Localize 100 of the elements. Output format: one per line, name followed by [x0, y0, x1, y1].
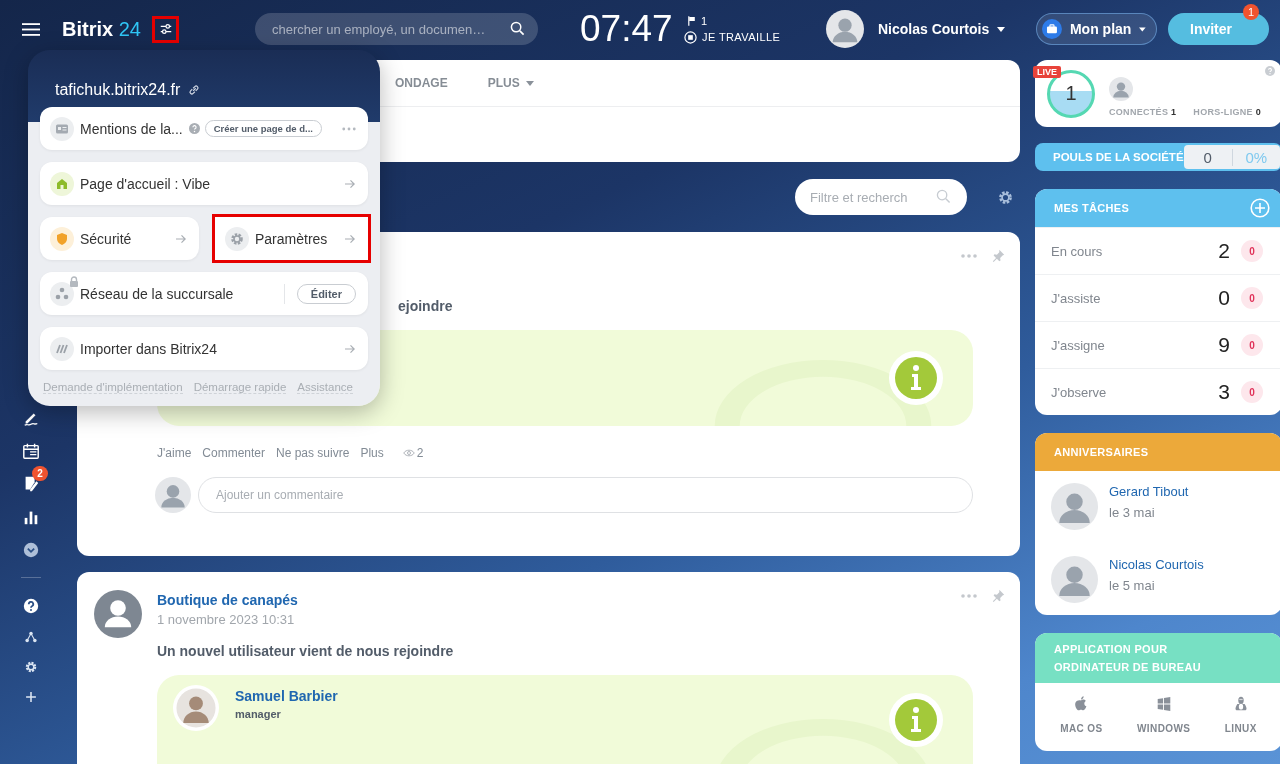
menu-item-label: Réseau de la succursale	[80, 285, 234, 302]
post-title: Un nouvel utilisateur vient de nous rejoindre	[157, 643, 455, 659]
count-badge: 2	[32, 466, 48, 481]
live-badge: LIVE	[1033, 66, 1061, 78]
user-menu[interactable]: Nicolas Courtois	[878, 21, 1036, 37]
flag-count: 1	[701, 14, 708, 27]
avatar[interactable]	[826, 10, 864, 48]
overdue-badge: 0	[1241, 240, 1263, 262]
post-action[interactable]: Ne pas suivre	[276, 446, 350, 460]
user-role: manager	[235, 708, 282, 720]
create-page-button[interactable]: Créer une page de d...	[204, 120, 322, 137]
eye-icon	[402, 449, 415, 457]
pulse-percent: 0%	[1244, 148, 1269, 166]
post-action[interactable]: J'aime	[157, 446, 192, 460]
settings-icon[interactable]	[24, 660, 38, 674]
work-status[interactable]: JE TRAVAILLE	[702, 31, 781, 43]
task-row[interactable]: En cours 2 0	[1035, 227, 1280, 274]
logo[interactable]: Bitrix 24	[62, 17, 152, 41]
author-link[interactable]: Boutique de canapés	[157, 592, 973, 608]
arrow-icon	[345, 343, 356, 354]
caret-icon	[997, 26, 1006, 32]
widget-title: MES TÂCHES	[1054, 201, 1130, 216]
briefcase-icon	[1042, 17, 1062, 41]
gear-icon	[225, 226, 249, 251]
stop-icon[interactable]	[684, 30, 697, 44]
task-label: J'observe	[1051, 384, 1108, 400]
plan-button[interactable]: Mon plan	[1036, 13, 1157, 45]
clock: 07:47	[580, 8, 674, 50]
task-label: En cours	[1051, 243, 1104, 259]
portal-address[interactable]: tafichuk.bitrix24.fr	[55, 80, 181, 99]
network-icon[interactable]	[24, 630, 38, 644]
task-row[interactable]: J'assigne 9 0	[1035, 321, 1280, 368]
notification-badge: 1	[1243, 4, 1259, 20]
post-title: ejoindre	[397, 298, 454, 314]
widget-title: ANNIVERSAIRES	[1054, 445, 1149, 460]
download-link[interactable]: MAC OS	[1060, 695, 1103, 734]
menu-item[interactable]: Paramètres	[215, 217, 368, 260]
download-link[interactable]: LINUX	[1224, 695, 1257, 734]
arrow-icon	[176, 233, 187, 244]
tab[interactable]: PLUS	[487, 76, 534, 90]
search-icon[interactable]	[510, 21, 525, 36]
birthday-date: le 3 mai	[1109, 504, 1156, 520]
info-icon	[889, 693, 943, 747]
overdue-badge: 0	[1241, 287, 1263, 309]
task-count: 9	[1218, 333, 1230, 357]
pulse-label: POULS DE LA SOCIÉTÉ	[1053, 151, 1184, 163]
person-link[interactable]: Gerard Tibout	[1109, 483, 1189, 499]
download-link[interactable]: WINDOWS	[1137, 695, 1191, 734]
connected-count: CONNECTÉS 1	[1109, 106, 1177, 117]
caret-icon	[1139, 26, 1146, 32]
task-label: J'assiste	[1051, 290, 1102, 306]
arrow-icon	[345, 178, 356, 189]
import-icon	[50, 336, 74, 361]
pulse-bar[interactable]: POULS DE LA SOCIÉTÉ 0 0%	[1035, 143, 1280, 171]
task-label: J'assigne	[1051, 337, 1106, 353]
menu-item[interactable]: Réseau de la succursale Éditer	[40, 272, 368, 315]
person-link[interactable]: Nicolas Courtois	[1109, 556, 1204, 572]
menu-item-label: Paramètres	[255, 230, 328, 247]
tab[interactable]: ONDAGE	[395, 76, 448, 90]
sliders-icon	[158, 22, 173, 36]
overdue-badge: 0	[1241, 381, 1263, 403]
id-card-icon	[50, 116, 74, 141]
menu-item-label: Sécurité	[80, 230, 132, 247]
chevron-down-icon[interactable]	[22, 541, 40, 559]
birthday-date: le 5 mai	[1109, 577, 1156, 593]
menu-icon[interactable]	[22, 21, 40, 37]
menu-item[interactable]: Sécurité	[40, 217, 199, 260]
help-icon[interactable]	[22, 597, 40, 615]
menu-item[interactable]: Mentions de la... Créer une page de d...	[40, 107, 368, 150]
task-count: 3	[1218, 380, 1230, 404]
calendar-icon[interactable]	[22, 442, 40, 460]
offline-count: HORS-LIGNE 0	[1193, 106, 1261, 117]
post-action[interactable]: Commenter	[202, 446, 265, 460]
post-action[interactable]: Plus	[360, 446, 384, 460]
settings-button[interactable]	[152, 15, 179, 43]
view-count: 2	[416, 446, 424, 460]
menu-item[interactable]: Page d'accueil : Vibe	[40, 162, 368, 205]
task-row[interactable]: J'assiste 0 0	[1035, 274, 1280, 321]
network-lock-icon	[50, 275, 80, 306]
task-count: 0	[1218, 286, 1230, 310]
edit-button[interactable]: Éditer	[296, 283, 356, 304]
overdue-badge: 0	[1241, 334, 1263, 356]
settings-icon[interactable]	[997, 188, 1014, 206]
plus-icon[interactable]	[24, 690, 38, 704]
menu-item-label: Mentions de la...	[80, 120, 183, 137]
link-icon[interactable]	[188, 83, 201, 96]
pulse-value: 0	[1184, 148, 1233, 166]
task-row[interactable]: J'observe 3 0	[1035, 368, 1280, 415]
task-count: 2	[1218, 239, 1230, 263]
home-icon	[50, 171, 74, 196]
filter-field[interactable]: Filtre et recherch	[795, 179, 967, 215]
flag-icon	[688, 15, 696, 26]
info-icon	[889, 351, 943, 405]
menu-item[interactable]: Importer dans Bitrix24	[40, 327, 368, 370]
menu-item-label: Page d'accueil : Vibe	[80, 175, 211, 192]
user-link[interactable]: Samuel Barbier	[235, 688, 338, 704]
widget-title: APPLICATION POUR ORDINATEUR DE BUREAU	[1054, 642, 1202, 675]
post-date: 1 novembre 2023 10:31	[157, 612, 296, 627]
comment-field[interactable]: Ajouter un commentaire	[198, 477, 973, 513]
menu-item-label: Importer dans Bitrix24	[80, 340, 217, 357]
